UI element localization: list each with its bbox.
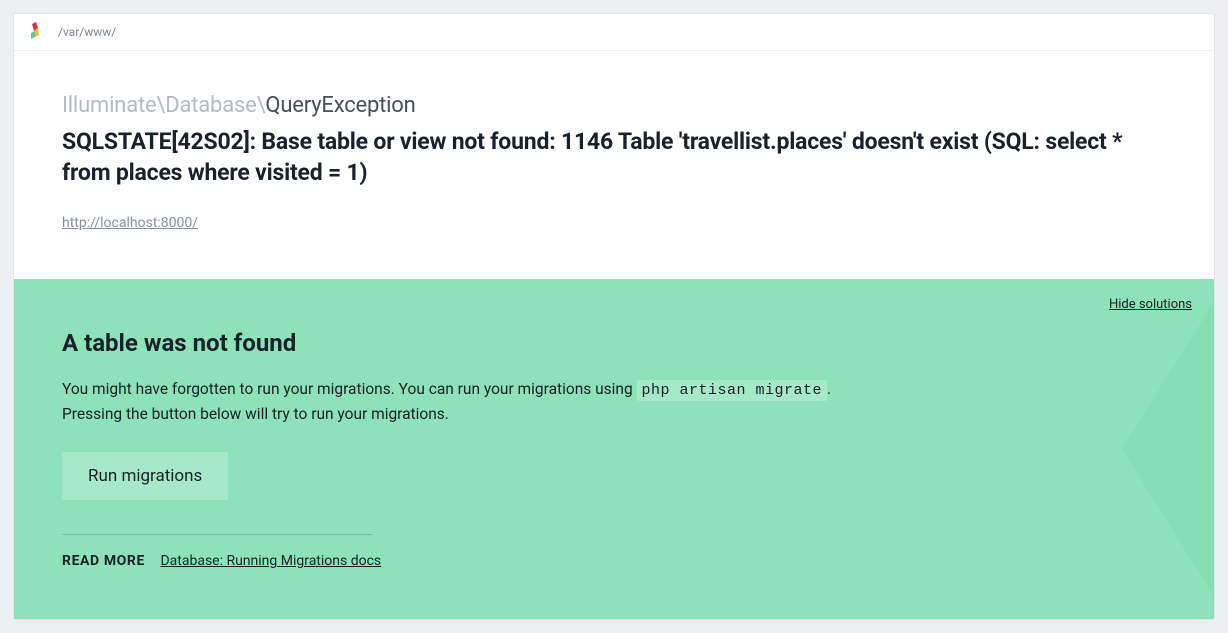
project-path: /var/www/ [58,25,116,39]
migrations-docs-link[interactable]: Database: Running Migrations docs [160,553,381,569]
request-url-link[interactable]: http://localhost:8000/ [62,215,198,231]
top-bar: /var/www/ [14,14,1214,51]
read-more-row: READ MORE Database: Running Migrations d… [62,553,1166,569]
solution-title: A table was not found [62,329,1166,357]
error-message: SQLSTATE[42S02]: Base table or view not … [62,126,1166,188]
error-card: /var/www/ Illuminate\Database\QueryExcep… [13,13,1215,620]
migrate-command-code: php artisan migrate [637,380,828,401]
read-more-label: READ MORE [62,553,145,569]
solution-panel: Hide solutions A table was not found You… [14,279,1214,619]
ignition-logo-icon [28,22,44,42]
solution-divider [62,534,372,535]
decorative-arrow [1122,289,1214,609]
solution-body-text-1: You might have forgotten to run your mig… [62,380,637,398]
solution-body-text-2: . [827,380,831,398]
solution-body-line2: Pressing the button below will try to ru… [62,405,449,423]
exception-namespace: Illuminate\Database\ [62,93,265,118]
exception-namespace-line: Illuminate\Database\QueryException [62,93,1166,118]
hide-solutions-link[interactable]: Hide solutions [1109,297,1192,312]
run-migrations-button[interactable]: Run migrations [62,452,228,500]
exception-class: QueryException [265,93,415,118]
exception-header: Illuminate\Database\QueryException SQLST… [14,51,1214,279]
solution-body: You might have forgotten to run your mig… [62,377,1166,426]
